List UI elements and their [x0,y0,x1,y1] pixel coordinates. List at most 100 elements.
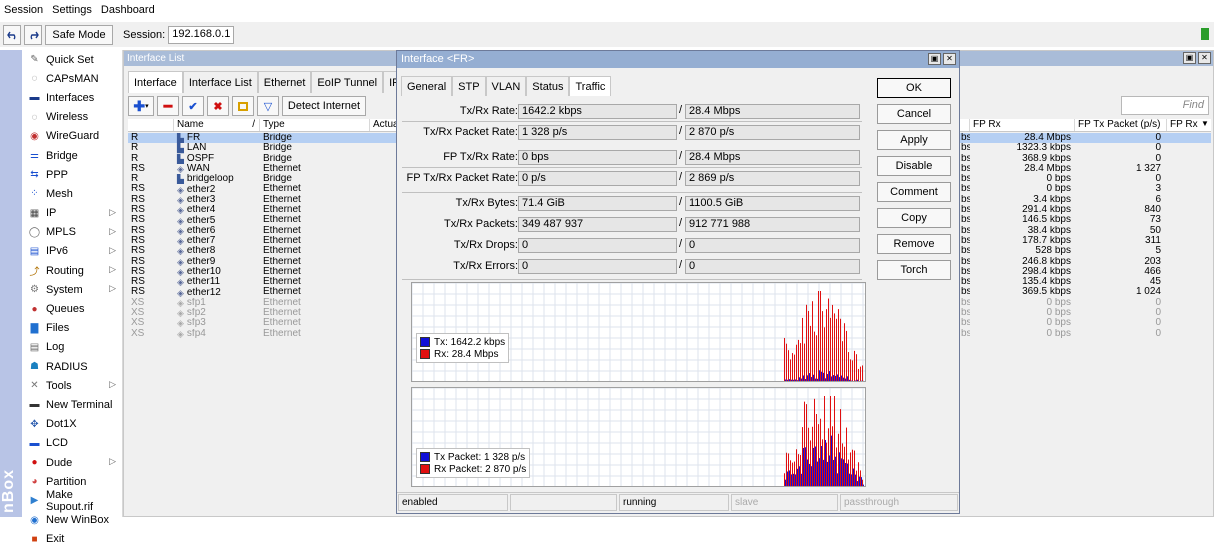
table-row[interactable]: XS◈sfp1Ethernet [128,298,396,308]
table-row[interactable]: bs0 bps0 [958,308,1211,318]
dialog-tab-traffic[interactable]: Traffic [569,76,611,96]
table-row[interactable]: bs368.9 kbps0 [958,154,1211,164]
disable-button[interactable]: Disable [877,156,951,176]
dialog-restore-button[interactable]: ▣ [928,53,941,65]
sidebar-item-make-supout-rif[interactable]: ▶Make Supout.rif [22,491,122,510]
col-actual[interactable]: Actual [370,119,396,131]
copy-button[interactable]: Copy [877,208,951,228]
table-row[interactable]: RS◈ether7Ethernet [128,236,396,246]
table-row[interactable]: bs3.4 kbps6 [958,195,1211,205]
sidebar-item-exit[interactable]: ■Exit [22,530,122,549]
sidebar-item-capsman[interactable]: ◌CAPsMAN [22,69,122,88]
close-button[interactable]: ✕ [1198,52,1211,64]
table-row[interactable]: bs291.4 kbps840 [958,205,1211,215]
table-row[interactable]: bs246.8 kbps203 [958,257,1211,267]
tab-interface-list[interactable]: Interface List [183,71,258,93]
torch-button[interactable]: Torch [877,260,951,280]
sidebar-item-ip[interactable]: ▦IP▷ [22,204,122,223]
enable-button[interactable]: ✔ [182,96,204,116]
table-row[interactable]: bs0 bps3 [958,184,1211,194]
apply-button[interactable]: Apply [877,130,951,150]
col-fp-rx[interactable]: FP Rx [970,119,1075,131]
sidebar-item-radius[interactable]: ☗RADIUS [22,357,122,376]
dialog-close-button[interactable]: ✕ [943,53,956,65]
sidebar-item-wireguard[interactable]: ◉WireGuard [22,127,122,146]
sidebar-item-ppp[interactable]: ⇆PPP [22,165,122,184]
sidebar-item-log[interactable]: ▤Log [22,338,122,357]
table-row[interactable]: bs528 bps5 [958,246,1211,256]
sidebar-item-system[interactable]: ⚙System▷ [22,280,122,299]
table-row[interactable]: bs0 bps0 [958,174,1211,184]
comment-button[interactable]: Comment [877,182,951,202]
table-row[interactable]: RS◈ether5Ethernet [128,215,396,225]
col-type[interactable]: Type [260,119,370,131]
sidebar-item-queues[interactable]: ●Queues [22,299,122,318]
table-row[interactable]: bs0 bps0 [958,298,1211,308]
sidebar-item-lcd[interactable]: ▬LCD [22,434,122,453]
sidebar-item-routing[interactable]: ⤴Routing▷ [22,261,122,280]
sidebar-item-new-terminal[interactable]: ▬New Terminal [22,395,122,414]
column-dropdown-icon[interactable]: ▼ [1201,119,1211,131]
sidebar-item-wireless[interactable]: ◌Wireless [22,108,122,127]
sidebar-item-dot1x[interactable]: ✥Dot1X [22,415,122,434]
table-row[interactable]: bs1323.3 kbps0 [958,143,1211,153]
table-row[interactable]: bs0 bps0 [958,329,1211,339]
sidebar-item-files[interactable]: ▇Files [22,319,122,338]
tab-eoip-tunnel[interactable]: EoIP Tunnel [311,71,383,93]
table-row[interactable]: RS◈ether4Ethernet [128,205,396,215]
safe-mode-button[interactable]: Safe Mode [45,25,113,45]
table-row[interactable]: XS◈sfp2Ethernet [128,308,396,318]
table-row[interactable]: bs369.5 kbps1 024 [958,287,1211,297]
table-row[interactable]: R▙LANBridge [128,143,396,153]
table-row[interactable]: RS◈ether8Ethernet [128,246,396,256]
table-row[interactable]: XS◈sfp3Ethernet [128,318,396,328]
table-row[interactable]: RS◈ether11Ethernet [128,277,396,287]
filter-button[interactable]: ▽ [257,96,279,116]
sidebar-item-tools[interactable]: ✕Tools▷ [22,376,122,395]
tab-interface[interactable]: Interface [128,71,183,93]
table-row[interactable]: RS◈ether3Ethernet [128,195,396,205]
table-row[interactable]: bs135.4 kbps45 [958,277,1211,287]
sidebar-item-interfaces[interactable]: ▬Interfaces [22,88,122,107]
sidebar-item-mpls[interactable]: ◯MPLS▷ [22,223,122,242]
sidebar-item-dude[interactable]: ●Dude▷ [22,453,122,472]
disable-button[interactable]: ✖ [207,96,229,116]
dialog-tab-status[interactable]: Status [526,76,569,96]
table-row[interactable]: XS◈sfp4Ethernet [128,329,396,339]
menu-dashboard[interactable]: Dashboard [101,4,155,16]
col-fp-rx-f[interactable]: FP Rx F [1167,119,1201,131]
col-fp-tx-packet[interactable]: FP Tx Packet (p/s) [1075,119,1167,131]
table-row[interactable]: RS◈ether2Ethernet [128,184,396,194]
table-row[interactable]: bs28.4 Mbps0 [958,133,1211,143]
find-input[interactable]: Find [1121,96,1209,115]
table-row[interactable]: R▙FRBridge [128,133,396,143]
table-row[interactable]: RS◈ether6Ethernet [128,226,396,236]
sidebar-item-ipv6[interactable]: ▤IPv6▷ [22,242,122,261]
remove-button[interactable]: Remove [877,234,951,254]
tab-ethernet[interactable]: Ethernet [258,71,312,93]
col-name[interactable]: Name [174,119,224,131]
table-row[interactable]: RS◈WANEthernet [128,164,396,174]
sidebar-item-new-winbox[interactable]: ◉New WinBox [22,511,122,530]
table-row[interactable]: R▙bridgeloopBridge [128,174,396,184]
menu-settings[interactable]: Settings [52,4,92,16]
sidebar-item-quick-set[interactable]: ✎Quick Set [22,50,122,69]
table-row[interactable]: bs146.5 kbps73 [958,215,1211,225]
remove-button[interactable]: ━ [157,96,179,116]
table-row[interactable]: bs298.4 kbps466 [958,267,1211,277]
table-row[interactable]: RS◈ether9Ethernet [128,257,396,267]
table-row[interactable]: RS◈ether12Ethernet [128,287,396,297]
undo-button[interactable] [3,25,21,45]
comment-button[interactable] [232,96,254,116]
table-row[interactable]: RS◈ether10Ethernet [128,267,396,277]
col-flags[interactable] [128,119,174,131]
restore-button[interactable]: ▣ [1183,52,1196,64]
sidebar-item-mesh[interactable]: ⁘Mesh [22,184,122,203]
table-row[interactable]: R▙OSPFBridge [128,154,396,164]
ok-button[interactable]: OK [877,78,951,98]
redo-button[interactable] [24,25,42,45]
table-row[interactable]: bs38.4 kbps50 [958,226,1211,236]
detect-internet-button[interactable]: Detect Internet [282,96,366,116]
sidebar-item-bridge[interactable]: ⚌Bridge [22,146,122,165]
table-row[interactable]: bs28.4 Mbps1 327 [958,164,1211,174]
